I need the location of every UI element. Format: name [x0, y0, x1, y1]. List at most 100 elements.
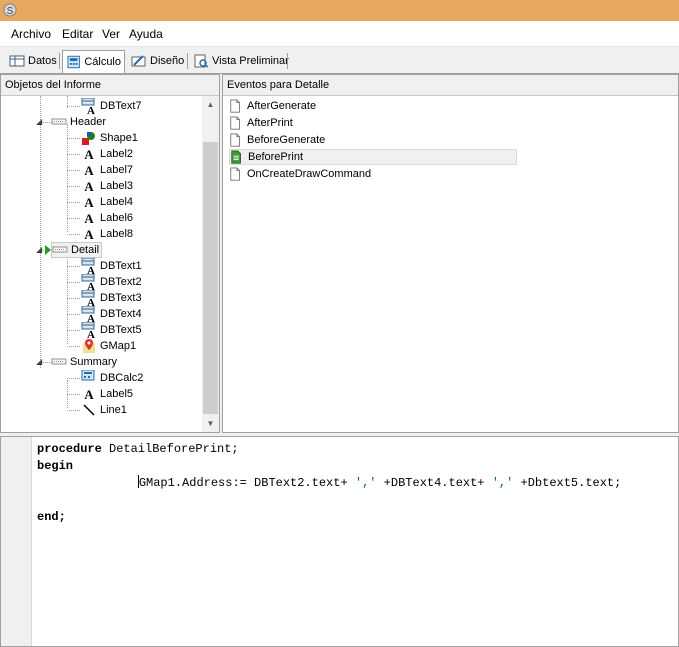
- code-editor[interactable]: procedure DetailBeforePrint; begin GMap1…: [0, 436, 679, 647]
- map-pin-icon: [81, 338, 97, 354]
- document-icon: [230, 99, 240, 113]
- event-oncreatedrawcommand[interactable]: OnCreateDrawCommand: [229, 166, 371, 182]
- tree-item-label8[interactable]: A Label8: [81, 226, 133, 242]
- tree-item-label3[interactable]: A Label3: [81, 178, 133, 194]
- tab-calculo-label: Cálculo: [84, 56, 121, 68]
- code-text-segment: +Dbtext5.text;: [513, 476, 622, 490]
- label-icon: A: [81, 162, 97, 178]
- menu-archivo[interactable]: Archivo: [11, 27, 51, 41]
- tree-item-dbtext4[interactable]: A DBText4: [81, 306, 142, 322]
- tree-guide-line: [67, 314, 80, 315]
- label-icon: A: [81, 386, 97, 402]
- tree-item-label: Label4: [100, 196, 134, 208]
- event-label: AfterGenerate: [247, 100, 317, 112]
- tree-item-header[interactable]: Header: [51, 114, 106, 130]
- tree-guide-line: [67, 234, 80, 235]
- tree-item-detail[interactable]: Detail: [51, 242, 103, 258]
- code-keyword: begin: [37, 459, 74, 473]
- app-icon: S: [3, 3, 17, 17]
- tree-item-dbcalc2[interactable]: DBCalc2: [81, 370, 143, 386]
- scroll-down-icon[interactable]: ▼: [202, 415, 219, 432]
- tree-item-label2[interactable]: A Label2: [81, 146, 133, 162]
- tree-item-label: Shape1: [100, 132, 138, 144]
- objects-scrollbar[interactable]: ▲ ▼: [202, 96, 219, 432]
- shape-icon: [81, 130, 97, 146]
- tab-vista-preliminar-label: Vista Preliminar: [212, 55, 289, 67]
- tree-guide-line: [67, 346, 80, 347]
- events-panel-title: Eventos para Detalle: [223, 75, 678, 96]
- svg-text:A: A: [87, 281, 95, 290]
- tree-item-label5[interactable]: A Label5: [81, 386, 133, 402]
- tab-vista-preliminar[interactable]: Vista Preliminar: [190, 51, 292, 71]
- dbtext-icon: A: [81, 322, 95, 338]
- tree-item-label: Label6: [100, 212, 134, 224]
- tab-separator: [59, 53, 60, 69]
- event-afterprint[interactable]: AfterPrint: [229, 115, 293, 131]
- event-beforeprint[interactable]: BeforePrint: [229, 149, 517, 165]
- tree-item-dbtext1[interactable]: A DBText1: [81, 258, 142, 274]
- event-label: BeforeGenerate: [247, 134, 326, 146]
- svg-text:A: A: [84, 147, 94, 162]
- menu-ver[interactable]: Ver: [102, 27, 120, 41]
- menu-editar[interactable]: Editar: [62, 27, 93, 41]
- tree-item-gmap1[interactable]: GMap1: [81, 338, 136, 354]
- tree-guide-line: [67, 394, 80, 395]
- tab-separator: [287, 53, 288, 69]
- tab-datos-label: Datos: [28, 55, 57, 67]
- label-icon: A: [84, 147, 94, 162]
- document-icon: [230, 133, 240, 147]
- tree-item-dbtext2[interactable]: A DBText2: [81, 274, 142, 290]
- objects-tree[interactable]: A DBText7 ◢ Header Shape1 A Label2 A Label7 A Labe…: [1, 96, 201, 432]
- tab-diseno[interactable]: Diseño: [128, 51, 187, 71]
- tree-item-label: DBText2: [100, 276, 142, 288]
- dbtext-icon: A: [81, 322, 97, 338]
- menu-ayuda[interactable]: Ayuda: [129, 27, 163, 41]
- event-label: BeforePrint: [248, 151, 304, 163]
- svg-text:A: A: [87, 313, 95, 322]
- scroll-thumb[interactable]: [203, 142, 218, 414]
- tree-guide-line: [67, 266, 80, 267]
- tree-item-dbtext5[interactable]: A DBText5: [81, 322, 142, 338]
- tree-item-label6[interactable]: A Label6: [81, 210, 133, 226]
- expand-toggle-icon[interactable]: ◢: [36, 358, 44, 366]
- svg-text:S: S: [7, 6, 14, 17]
- tree-item-label: Summary: [70, 356, 118, 368]
- label-icon: A: [84, 195, 94, 210]
- document-selected-icon: [230, 149, 244, 165]
- tree-item-label: Label2: [100, 148, 134, 160]
- label-icon: A: [81, 194, 97, 210]
- label-icon: A: [84, 387, 94, 402]
- tree-item-shape1[interactable]: Shape1: [81, 130, 138, 146]
- code-text-segment: +DBText4.text+: [376, 476, 492, 490]
- tree-guide-line: [67, 106, 80, 107]
- event-label: AfterPrint: [247, 117, 293, 129]
- tree-item-label: Label8: [100, 228, 134, 240]
- editor-gutter: [1, 437, 32, 646]
- event-aftergenerate[interactable]: AfterGenerate: [229, 98, 316, 114]
- expand-toggle-icon[interactable]: ◢: [36, 118, 44, 126]
- tree-item-summary[interactable]: Summary: [51, 354, 117, 370]
- shape-icon: [82, 132, 95, 145]
- svg-text:A: A: [84, 211, 94, 226]
- expand-toggle-icon[interactable]: ◢: [36, 246, 44, 254]
- tree-item-dbtext7[interactable]: A DBText7: [81, 98, 142, 114]
- dbtext-icon: A: [81, 290, 95, 306]
- scroll-up-icon[interactable]: ▲: [202, 96, 219, 113]
- code-text[interactable]: procedure DetailBeforePrint; begin GMap1…: [37, 441, 621, 526]
- tree-guide-line: [67, 410, 80, 411]
- svg-text:A: A: [84, 195, 94, 210]
- tree-item-label7[interactable]: A Label7: [81, 162, 133, 178]
- tree-guide-line: [67, 378, 80, 379]
- tree-item-dbtext3[interactable]: A DBText3: [81, 290, 142, 306]
- tree-item-line1[interactable]: Line1: [81, 402, 127, 418]
- tab-calculo[interactable]: Cálculo: [62, 50, 125, 73]
- tree-guide-line: [67, 218, 80, 219]
- line-icon: [81, 402, 97, 418]
- tree-item-label4[interactable]: A Label4: [81, 194, 133, 210]
- document-selected-icon: [231, 150, 241, 164]
- dbtext-icon: A: [81, 306, 95, 322]
- tab-datos[interactable]: Datos: [6, 51, 60, 71]
- band-icon: [51, 118, 67, 125]
- event-beforegenerate[interactable]: BeforeGenerate: [229, 132, 325, 148]
